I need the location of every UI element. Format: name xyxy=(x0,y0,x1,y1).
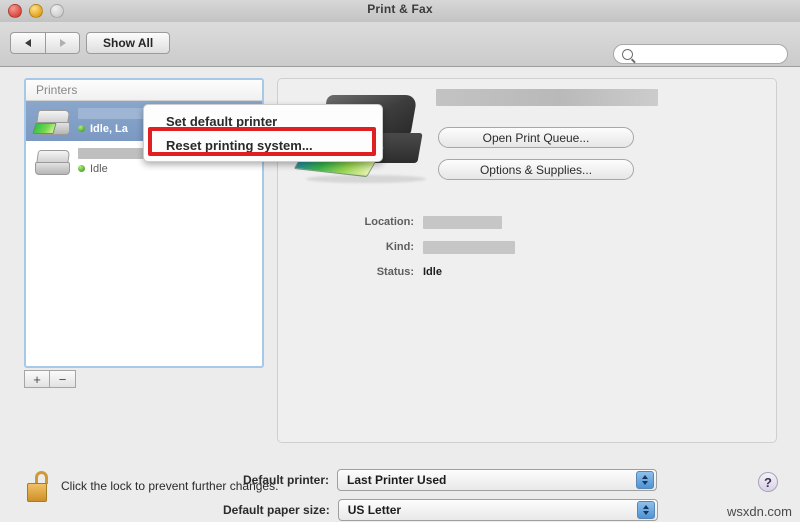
info-row-location: Location: xyxy=(338,212,738,232)
kind-label: Kind: xyxy=(385,241,414,253)
open-print-queue-button[interactable]: Open Print Queue... xyxy=(438,127,634,148)
default-paper-size-label: Default paper size: xyxy=(223,503,330,517)
location-value-redacted xyxy=(423,215,502,229)
help-button[interactable]: ? xyxy=(758,472,778,492)
printer-icon xyxy=(34,146,72,176)
lock-message: Click the lock to prevent further change… xyxy=(61,479,279,493)
printer-status: Idle xyxy=(78,163,174,175)
window-titlebar: Print & Fax xyxy=(0,0,800,23)
default-printer-row: Default printer: Last Printer Used xyxy=(243,469,658,491)
unlocked-padlock-icon[interactable] xyxy=(26,471,52,502)
default-printer-select[interactable]: Last Printer Used xyxy=(337,469,658,491)
options-and-supplies-button[interactable]: Options & Supplies... xyxy=(438,159,634,180)
stepper-icon[interactable] xyxy=(636,501,655,519)
search-icon xyxy=(622,48,633,60)
navigation-buttons xyxy=(10,32,80,54)
toolbar: Show All xyxy=(0,22,800,67)
default-printer-value: Last Printer Used xyxy=(347,473,447,487)
status-value: Idle xyxy=(423,266,442,278)
back-arrow-icon xyxy=(25,39,31,47)
print-and-fax-window: Print & Fax Show All Printers Idle, La I… xyxy=(0,0,800,522)
list-controls: + − xyxy=(24,370,76,388)
status-label: Status: xyxy=(376,266,414,278)
forward-arrow-icon xyxy=(59,39,66,47)
window-title: Print & Fax xyxy=(367,2,433,16)
stepper-icon[interactable] xyxy=(636,471,655,489)
info-row-kind: Kind: xyxy=(338,237,738,257)
printer-name-redacted xyxy=(436,89,658,106)
remove-printer-button[interactable]: − xyxy=(50,370,76,388)
back-button[interactable] xyxy=(10,32,45,54)
info-row-status: Status: Idle xyxy=(338,262,738,282)
status-dot-icon xyxy=(78,165,85,172)
add-printer-button[interactable]: + xyxy=(24,370,50,388)
search-input[interactable] xyxy=(638,47,782,61)
preferences-content: Printers Idle, La Idle + − Open Print Qu… xyxy=(0,67,800,522)
show-all-button[interactable]: Show All xyxy=(86,32,171,54)
printer-icon xyxy=(32,106,72,136)
watermark: wsxdn.com xyxy=(726,504,792,519)
search-field[interactable] xyxy=(613,44,788,64)
printer-status-label: Idle, La xyxy=(90,122,128,135)
kind-value-redacted xyxy=(423,240,515,254)
printers-list-header: Printers xyxy=(26,80,262,101)
default-paper-size-row: Default paper size: US Letter xyxy=(223,499,658,521)
default-paper-size-value: US Letter xyxy=(347,503,402,517)
forward-button[interactable] xyxy=(45,32,80,54)
printer-info: Location: Kind: Status: Idle xyxy=(338,212,738,287)
highlight-annotation-box xyxy=(148,127,376,156)
printer-status-label: Idle xyxy=(90,162,108,175)
default-paper-size-select[interactable]: US Letter xyxy=(337,499,658,521)
status-dot-icon xyxy=(78,125,85,132)
lock-row: Click the lock to prevent further change… xyxy=(26,471,279,502)
location-label: Location: xyxy=(364,216,415,228)
